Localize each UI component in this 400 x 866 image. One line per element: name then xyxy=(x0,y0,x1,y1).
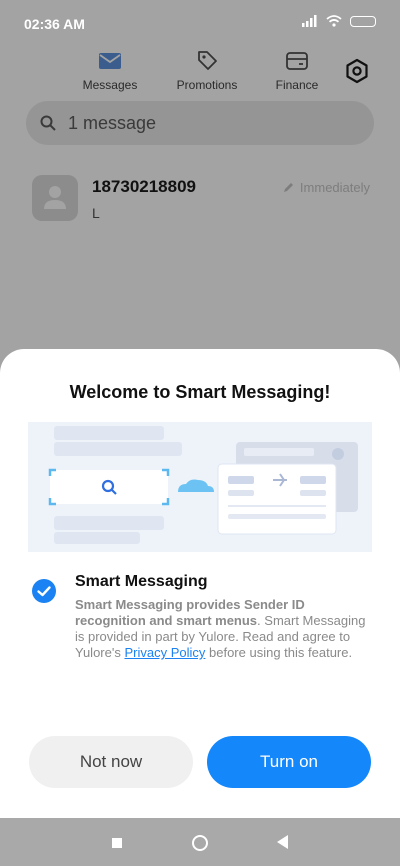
signal-icon xyxy=(302,15,317,27)
person-icon xyxy=(44,186,66,209)
tab-label: Promotions xyxy=(176,78,238,92)
search-icon xyxy=(40,115,56,131)
message-preview: L xyxy=(92,205,100,221)
smart-messaging-sheet: Welcome to Smart Messaging! Smart Messag… xyxy=(0,349,400,818)
tab-promotions[interactable]: Promotions xyxy=(167,50,247,92)
tab-label: Finance xyxy=(275,78,319,92)
recents-icon[interactable] xyxy=(112,838,122,848)
turn-on-button[interactable]: Turn on xyxy=(207,736,371,788)
smart-messaging-illustration xyxy=(28,422,372,552)
home-icon[interactable] xyxy=(192,835,208,851)
avatar xyxy=(32,175,78,221)
status-time: 02:36 AM xyxy=(24,16,85,32)
search-text: 1 message xyxy=(68,113,157,133)
checkmark-icon xyxy=(37,586,51,597)
privacy-policy-link[interactable]: Privacy Policy xyxy=(124,645,205,660)
pencil-icon xyxy=(283,183,293,192)
tag-icon xyxy=(198,51,217,70)
battery-icon xyxy=(350,15,376,27)
tab-label: Messages xyxy=(82,78,138,92)
category-tabs: Messages Promotions Finance xyxy=(0,50,400,96)
system-navigation-bar xyxy=(0,818,400,866)
option-desc-text-end: before using this feature. xyxy=(205,645,353,660)
smart-messaging-checkbox[interactable] xyxy=(32,579,56,603)
wifi-icon xyxy=(326,15,342,27)
back-icon[interactable] xyxy=(277,835,288,849)
sheet-title: Welcome to Smart Messaging! xyxy=(69,382,331,402)
card-icon xyxy=(286,52,308,70)
message-time-label: Immediately xyxy=(299,180,370,195)
search-bar[interactable]: 1 message xyxy=(26,101,374,145)
gear-icon[interactable] xyxy=(344,58,370,84)
option-description: Smart Messaging provides Sender ID recog… xyxy=(75,597,371,661)
not-now-button[interactable]: Not now xyxy=(29,736,193,788)
status-icons xyxy=(302,15,376,27)
status-bar: 02:36 AM xyxy=(0,0,400,46)
tab-messages[interactable]: Messages xyxy=(70,50,150,92)
conversation-item[interactable]: 18730218809 L Immediately xyxy=(32,175,372,225)
sender-number: 18730218809 xyxy=(92,177,197,196)
tab-finance[interactable]: Finance xyxy=(257,50,337,92)
option-title: Smart Messaging xyxy=(75,573,208,590)
envelope-icon xyxy=(99,53,121,69)
message-time: Immediately xyxy=(282,180,370,195)
